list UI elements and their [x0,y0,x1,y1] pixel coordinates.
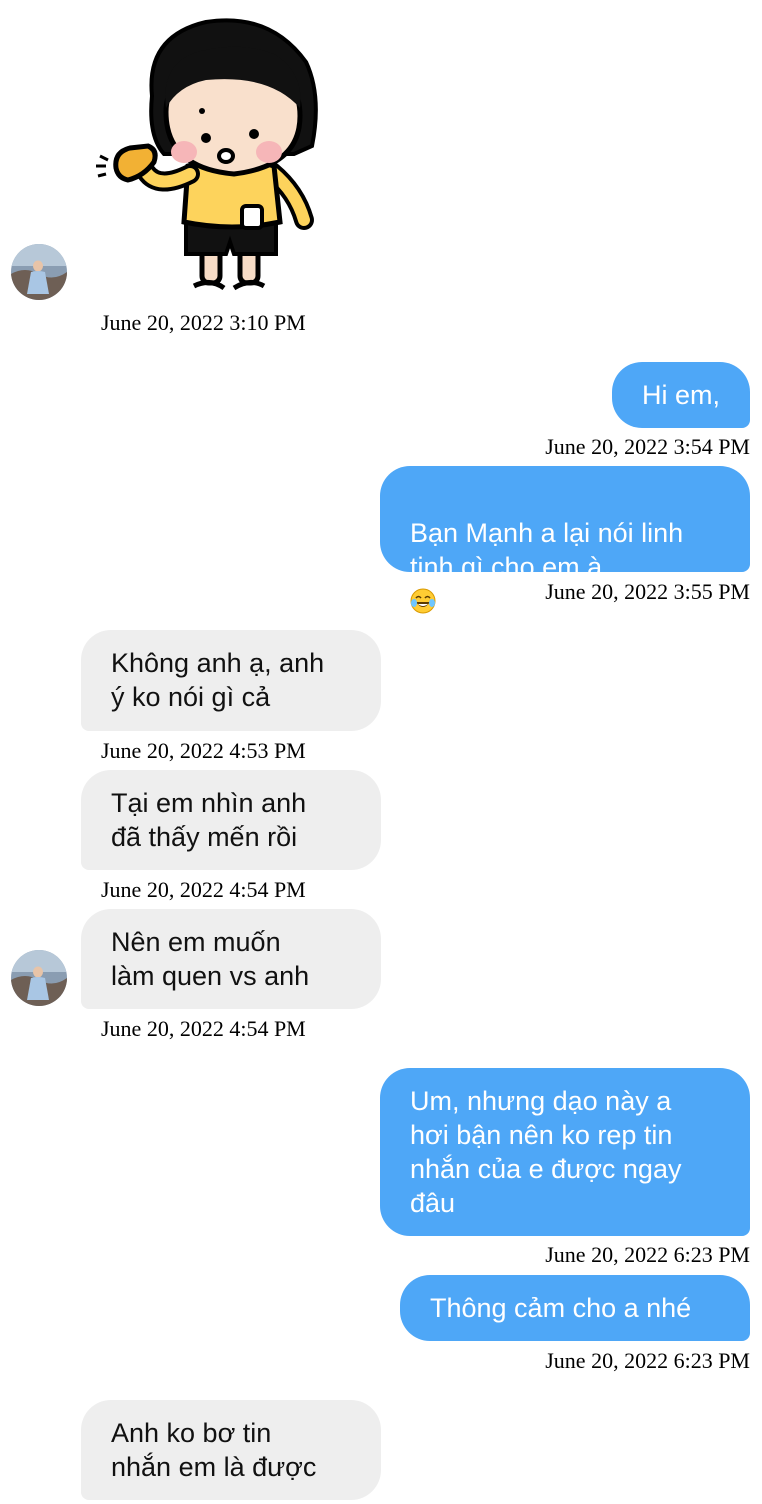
outgoing-message-bubble[interactable]: Hi em, [611,362,750,428]
message-timestamp: June 20, 2022 4:53 PM [101,738,306,763]
message-timestamp: June 20, 2022 4:54 PM [101,877,306,902]
girl-waving-sticker-icon [96,18,318,291]
message-timestamp: June 20, 2022 3:10 PM [101,310,306,335]
message-timestamp: June 20, 2022 6:23 PM [545,1242,750,1267]
outgoing-message-bubble[interactable]: Bạn Mạnh a lại nói linh tinh gì cho em à [380,466,750,614]
contact-avatar[interactable] [11,950,67,1006]
message-timestamp: June 20, 2022 6:23 PM [545,1348,750,1373]
avatar-photo [11,244,67,300]
outgoing-message-bubble[interactable]: Um, nhưng dạo này a hơi bận nên ko rep t… [380,1068,750,1236]
message-text: Bạn Mạnh a lại nói linh tinh gì cho em à [410,518,684,582]
contact-avatar[interactable] [11,244,67,300]
message-timestamp: June 20, 2022 4:54 PM [101,1016,306,1041]
outgoing-message-bubble[interactable]: Thông cảm cho a nhé [400,1275,750,1341]
incoming-message-bubble[interactable]: Anh ko bơ tin nhắn em là được [81,1400,381,1500]
message-timestamp: June 20, 2022 3:54 PM [545,434,750,459]
incoming-message-bubble[interactable]: Tại em nhìn anh đã thấy mến rồi [81,770,381,870]
tears-of-joy-emoji-icon [410,588,436,614]
sticker-message[interactable] [94,16,326,296]
avatar-photo [11,950,67,1006]
incoming-message-bubble[interactable]: Nên em muốn làm quen vs anh [81,909,381,1009]
message-timestamp: June 20, 2022 3:55 PM [545,579,750,604]
incoming-message-bubble[interactable]: Không anh ạ, anh ý ko nói gì cả [81,630,381,731]
